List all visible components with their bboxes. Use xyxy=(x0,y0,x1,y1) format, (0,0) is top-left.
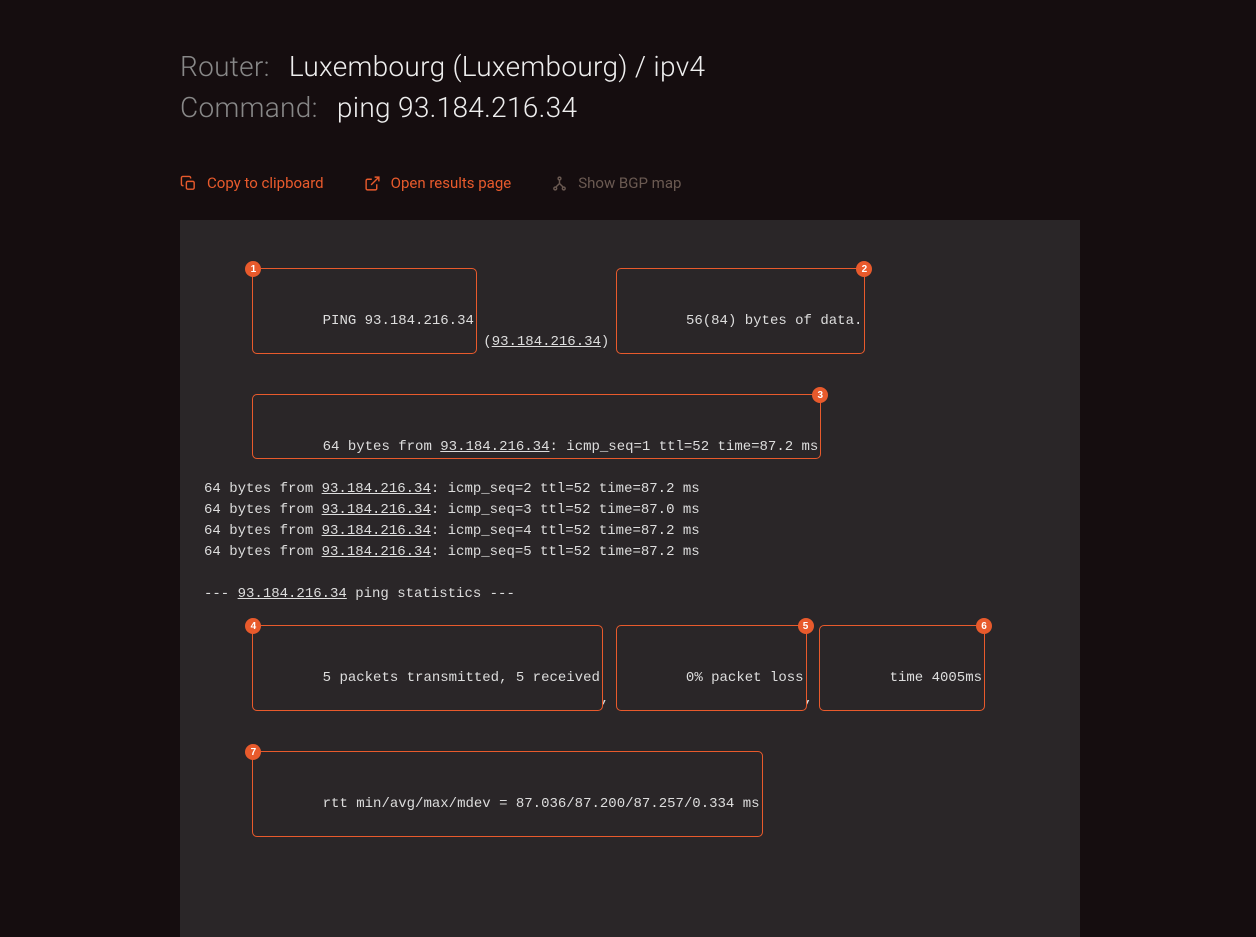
output-rtt-line: 7 rtt min/avg/max/mdev = 87.036/87.200/8… xyxy=(204,731,1056,857)
output-line-5: 64 bytes from 93.184.216.34: icmp_seq=4 … xyxy=(204,521,1056,542)
open-label: Open results page xyxy=(391,174,512,192)
ip-link[interactable]: 93.184.216.34 xyxy=(322,544,431,560)
show-bgp-button[interactable]: Show BGP map xyxy=(551,174,681,192)
open-results-button[interactable]: Open results page xyxy=(364,174,512,192)
highlight-7: 7 rtt min/avg/max/mdev = 87.036/87.200/8… xyxy=(252,751,762,837)
marker-7: 7 xyxy=(245,744,261,760)
output-stats-title: --- 93.184.216.34 ping statistics --- xyxy=(204,584,1056,605)
command-value: ping 93.184.216.34 xyxy=(337,91,577,124)
router-value: Luxembourg (Luxembourg) / ipv4 xyxy=(289,50,705,83)
highlight-5: 5 0% packet loss xyxy=(616,625,807,711)
ip-link[interactable]: 93.184.216.34 xyxy=(492,334,601,350)
output-panel: 1 PING 93.184.216.34 (93.184.216.34) 2 5… xyxy=(180,220,1080,937)
copy-button[interactable]: Copy to clipboard xyxy=(180,174,324,192)
highlight-4: 4 5 packets transmitted, 5 received xyxy=(252,625,602,711)
highlight-3: 3 64 bytes from 93.184.216.34: icmp_seq=… xyxy=(252,394,821,459)
marker-1: 1 xyxy=(245,261,261,277)
marker-6: 6 xyxy=(976,618,992,634)
router-header: Router: Luxembourg (Luxembourg) / ipv4 xyxy=(180,50,1256,83)
highlight-2: 2 56(84) bytes of data. xyxy=(616,268,866,354)
output-blank xyxy=(204,563,1056,584)
command-label: Command: xyxy=(180,91,318,124)
ip-link[interactable]: 93.184.216.34 xyxy=(322,502,431,518)
output-line-1: 1 PING 93.184.216.34 (93.184.216.34) 2 5… xyxy=(204,248,1056,374)
ip-link[interactable]: 93.184.216.34 xyxy=(322,523,431,539)
ip-link[interactable]: 93.184.216.34 xyxy=(440,439,549,455)
ip-link[interactable]: 93.184.216.34 xyxy=(322,481,431,497)
highlight-6: 6 time 4005ms xyxy=(819,625,985,711)
external-link-icon xyxy=(364,175,381,192)
marker-5: 5 xyxy=(798,618,814,634)
command-header: Command: ping 93.184.216.34 xyxy=(180,91,1256,124)
output-line-6: 64 bytes from 93.184.216.34: icmp_seq=5 … xyxy=(204,542,1056,563)
router-label: Router: xyxy=(180,50,270,83)
network-icon xyxy=(551,175,568,192)
marker-2: 2 xyxy=(856,261,872,277)
output-stats-line: 4 5 packets transmitted, 5 received , 5 … xyxy=(204,605,1056,731)
copy-label: Copy to clipboard xyxy=(207,174,324,192)
output-line-2: 3 64 bytes from 93.184.216.34: icmp_seq=… xyxy=(204,374,1056,479)
bgp-label: Show BGP map xyxy=(578,174,681,192)
marker-3: 3 xyxy=(812,387,828,403)
ip-link[interactable]: 93.184.216.34 xyxy=(238,586,347,602)
copy-icon xyxy=(180,175,197,192)
output-line-3: 64 bytes from 93.184.216.34: icmp_seq=2 … xyxy=(204,479,1056,500)
marker-4: 4 xyxy=(245,618,261,634)
highlight-1: 1 PING 93.184.216.34 xyxy=(252,268,476,354)
actions-row: Copy to clipboard Open results page Show… xyxy=(180,174,1256,192)
output-line-4: 64 bytes from 93.184.216.34: icmp_seq=3 … xyxy=(204,500,1056,521)
